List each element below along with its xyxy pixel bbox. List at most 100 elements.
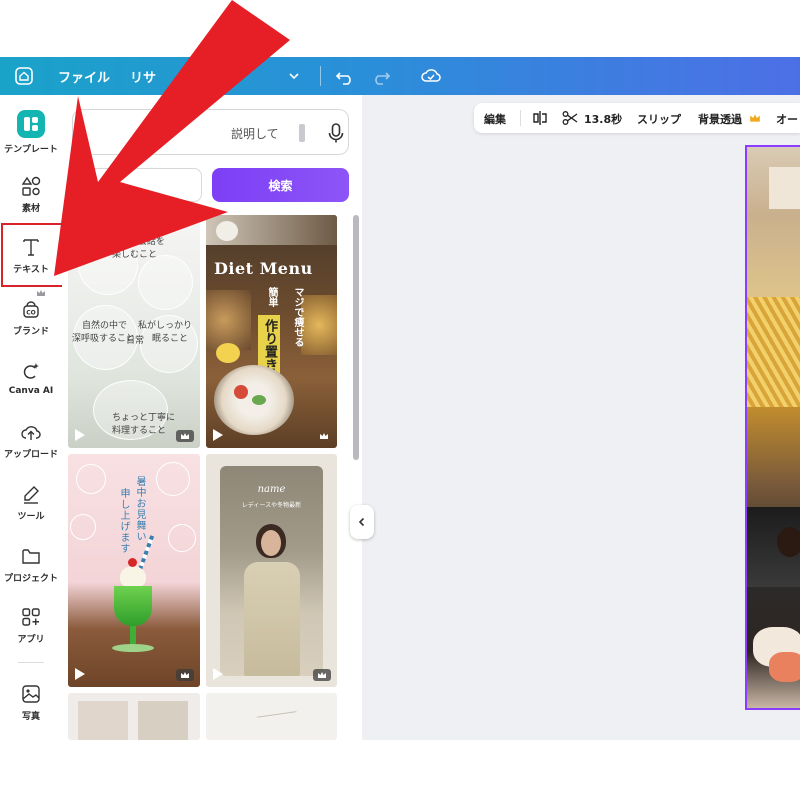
template-card[interactable]: 友達との会話を 楽しむこと 自然の中で 深呼吸すること 私がしっかり 眠ること … — [68, 215, 200, 448]
template-title: Diet Menu — [214, 259, 313, 278]
template-text: 友達との会話を — [102, 237, 165, 247]
filter-button[interactable] — [72, 168, 202, 202]
top-bar: ファイル リサ — [0, 57, 800, 95]
template-card[interactable]: Diet Menu 簡単 作り置き マジで痩せる — [206, 215, 337, 448]
template-text: 眠ること — [152, 334, 189, 344]
chevron-left-icon — [358, 517, 365, 527]
template-text: マジで痩せる — [292, 287, 303, 347]
play-icon — [75, 429, 85, 441]
template-text: 日常 — [126, 336, 145, 346]
rail-item-apps[interactable]: アプリ — [0, 606, 62, 645]
face-shape — [261, 530, 281, 556]
template-text: 申し上げます — [118, 488, 129, 554]
rail-item-upload[interactable]: アップロード — [0, 421, 62, 460]
template-text: 楽しむこと — [112, 250, 158, 260]
bg-remove-button[interactable]: 背景透過 — [698, 111, 742, 127]
play-icon — [75, 668, 85, 680]
template-brand: name — [257, 484, 286, 495]
chevron-down-icon[interactable] — [288, 70, 300, 82]
scissors-icon[interactable] — [562, 110, 578, 126]
decorative-circle — [168, 524, 196, 552]
template-text: 私がしっかり — [138, 321, 193, 331]
redo-icon[interactable] — [370, 65, 392, 87]
room-photo — [78, 701, 128, 740]
crown-icon — [750, 114, 760, 122]
premium-badge — [176, 669, 194, 681]
glass-stem — [130, 626, 136, 646]
rail-item-photos[interactable]: 写真 — [0, 683, 62, 722]
food-photo — [206, 290, 251, 350]
dress-shape — [244, 562, 300, 676]
food-photo — [301, 295, 337, 355]
rail-label: ツール — [17, 512, 45, 522]
rail-item-templates[interactable]: テンプレート — [0, 110, 62, 155]
menu-file[interactable]: ファイル — [58, 67, 110, 86]
cup-shape — [216, 221, 238, 241]
crown-icon — [318, 672, 326, 678]
rail-label: 写真 — [21, 712, 40, 722]
fries-shape — [747, 297, 800, 407]
design-canvas-page[interactable] — [745, 145, 800, 710]
soda-glass — [114, 586, 152, 626]
rail-label: ブランド — [12, 327, 49, 337]
crown-icon — [181, 433, 189, 439]
rail-label: アップロード — [3, 450, 58, 460]
template-card[interactable] — [206, 693, 337, 740]
collapse-panel-button[interactable] — [350, 505, 374, 539]
slip-button[interactable]: スリップ — [637, 111, 681, 127]
template-text: レディースや冬物最新 — [241, 502, 302, 509]
search-input-text: 説明して — [231, 127, 279, 141]
canva-ai-icon — [23, 363, 39, 379]
panel-scrollbar[interactable] — [353, 215, 359, 460]
svg-text:CO: CO — [26, 310, 36, 317]
food-shape — [777, 527, 800, 557]
canvas-area — [362, 95, 800, 740]
search-button[interactable]: 検索 — [212, 168, 349, 202]
decorative-circle — [156, 462, 190, 496]
rail-label: Canva AI — [8, 386, 54, 396]
crown-icon — [181, 672, 189, 678]
rail-label: アプリ — [17, 635, 45, 645]
template-card[interactable]: name レディースや冬物最新 — [206, 454, 337, 687]
decorative-circle — [76, 464, 106, 494]
rail-label: テンプレート — [4, 145, 58, 155]
lemon-shape — [216, 343, 240, 363]
template-text: 暑中お見舞い — [134, 476, 145, 542]
decorative-circle — [70, 514, 96, 540]
duration-label[interactable]: 13.8秒 — [584, 111, 622, 127]
tools-icon — [24, 486, 39, 504]
rail-item-projects[interactable]: プロジェクト — [0, 545, 62, 584]
microphone-icon[interactable] — [326, 122, 346, 144]
toolbar-divider — [520, 110, 521, 126]
decorative-circle — [138, 255, 193, 310]
cherry-shape — [128, 558, 137, 567]
rail-item-elements[interactable]: 素材 — [0, 175, 62, 214]
split-icon[interactable] — [532, 110, 548, 126]
home-icon[interactable] — [14, 66, 34, 86]
template-card[interactable] — [68, 693, 200, 740]
cloud-saved-icon[interactable] — [420, 65, 442, 87]
brand-icon: CO — [23, 301, 39, 318]
search-input[interactable]: 説明して — [72, 109, 349, 155]
video-toolbar: 編集 13.8秒 スリップ 背景透過 オー — [474, 103, 800, 133]
folder-icon — [22, 549, 40, 564]
rail-item-brand[interactable]: CO ブランド — [0, 298, 62, 337]
napkin-shape — [769, 167, 800, 209]
salmon-shape — [769, 652, 800, 682]
rail-item-tools[interactable]: ツール — [0, 483, 62, 522]
text-highlight-box — [1, 223, 64, 287]
play-icon — [213, 668, 223, 680]
cucumber-shape — [252, 395, 266, 405]
undo-icon[interactable] — [334, 65, 356, 87]
menu-resize[interactable]: リサ — [130, 67, 156, 86]
template-card[interactable]: 暑中お見舞い 申し上げます — [68, 454, 200, 687]
rail-divider — [18, 662, 44, 663]
template-panel: 説明して 検索 友達との会話を 楽しむこと 自然の中で 深呼吸すること 私がしっ… — [62, 95, 362, 740]
template-text: 簡単 — [266, 287, 277, 307]
photo-icon — [22, 685, 40, 703]
edit-button[interactable]: 編集 — [484, 111, 506, 127]
elements-icon — [21, 176, 41, 196]
rail-item-canva-ai[interactable]: Canva AI — [0, 360, 62, 396]
more-button[interactable]: オー — [776, 111, 798, 127]
crown-icon — [320, 433, 328, 439]
